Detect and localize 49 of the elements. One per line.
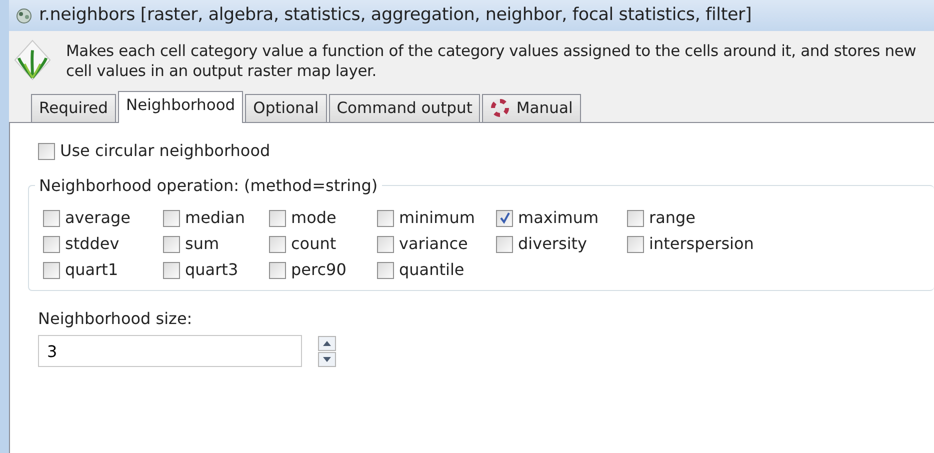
checkbox-label: Use circular neighborhood xyxy=(60,140,270,162)
checkbox-label: variance xyxy=(399,233,468,255)
checkbox[interactable] xyxy=(43,210,60,226)
tab[interactable]: Neighborhood xyxy=(118,90,244,123)
checkbox[interactable] xyxy=(43,262,60,278)
size-field[interactable]: 3 xyxy=(38,335,302,367)
checkbox[interactable] xyxy=(496,210,513,226)
checkbox[interactable] xyxy=(163,262,180,278)
up-arrow-icon xyxy=(323,340,331,346)
down-arrow-icon xyxy=(323,356,331,362)
checkbox[interactable] xyxy=(43,236,60,252)
checkbox[interactable] xyxy=(627,210,644,226)
checkbox-label: sum xyxy=(185,233,220,255)
spin-up-button[interactable] xyxy=(318,336,336,350)
checkbox-label: perc90 xyxy=(291,259,346,281)
checkbox-label: median xyxy=(185,207,245,229)
window-title: r.neighbors [raster, algebra, statistics, aggregation, neighbor, focal statistics, filter] xyxy=(39,4,752,28)
checkbox[interactable] xyxy=(377,236,394,252)
checkbox-label: range xyxy=(649,207,696,229)
tab[interactable]: Manual xyxy=(482,94,581,122)
tab[interactable]: Command output xyxy=(328,94,480,122)
checkbox-label: interspersion xyxy=(649,233,754,255)
checkbox-label: maximum xyxy=(518,207,599,229)
checkbox-label: quart1 xyxy=(65,259,118,281)
tab[interactable]: Required xyxy=(31,94,116,122)
checkbox-label: count xyxy=(291,233,336,255)
checkbox[interactable] xyxy=(496,236,513,252)
checkbox-label: quantile xyxy=(399,259,464,281)
lifebuoy-icon xyxy=(490,98,510,118)
size-label: Neighborhood size: xyxy=(38,308,194,330)
checkbox[interactable] xyxy=(377,262,394,278)
checkbox[interactable] xyxy=(163,236,180,252)
checkbox-label: average xyxy=(65,207,130,229)
checkbox-label: stddev xyxy=(65,233,120,255)
checkbox[interactable] xyxy=(269,210,286,226)
spin-down-button[interactable] xyxy=(318,352,336,366)
checkbox[interactable] xyxy=(269,236,286,252)
checkbox[interactable] xyxy=(163,210,180,226)
checkbox[interactable] xyxy=(269,262,286,278)
app-icon xyxy=(15,6,33,24)
description-text: Makes each cell category value a function of the category values assigned to the cells around it, and stores new cell values in an output raster map layer. xyxy=(66,40,918,82)
checkbox[interactable] xyxy=(377,210,394,226)
checkbox[interactable] xyxy=(38,142,55,160)
checkbox-label: quart3 xyxy=(185,259,238,281)
checkbox-label: minimum xyxy=(399,207,475,229)
checkbox[interactable] xyxy=(627,236,644,252)
tab[interactable]: Optional xyxy=(245,94,327,122)
checkbox-label: mode xyxy=(291,207,336,229)
checkbox-label: diversity xyxy=(518,233,588,255)
